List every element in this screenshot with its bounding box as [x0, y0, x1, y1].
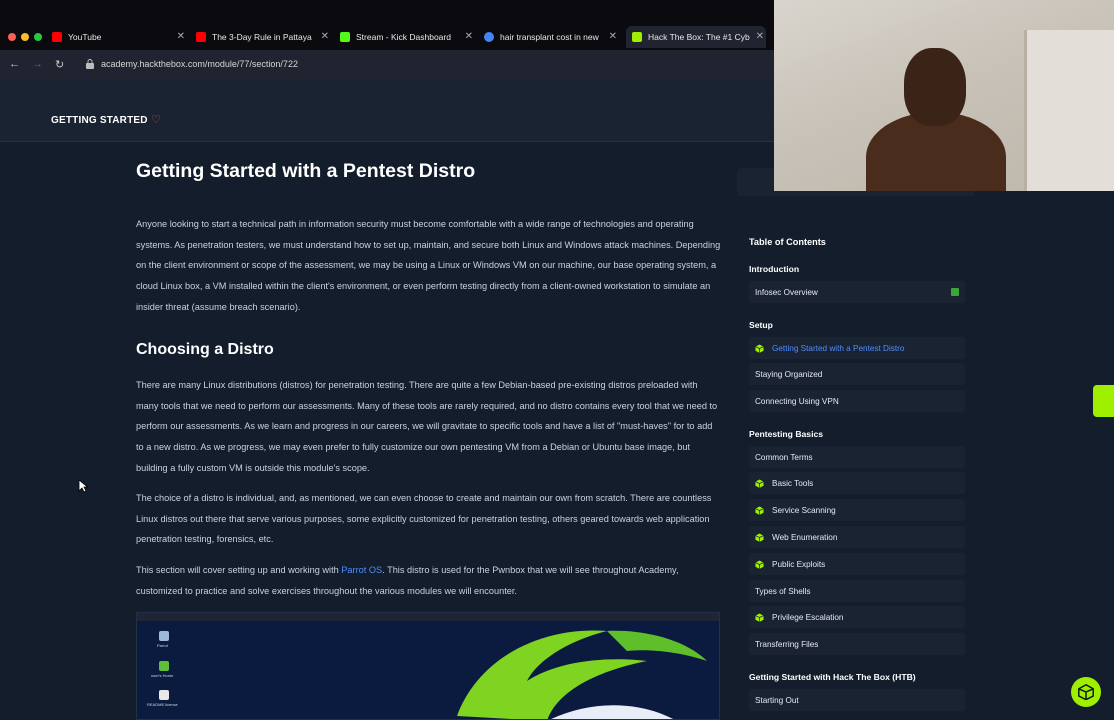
browser-tab-hackthebox[interactable]: Hack The Box: The #1 Cyb ✕	[626, 26, 766, 48]
site-info-icon[interactable]	[86, 59, 94, 69]
toc-item-service-scanning[interactable]: Service Scanning	[749, 499, 965, 521]
page-title: Getting Started with a Pentest Distro	[136, 160, 476, 182]
readme-file-icon	[159, 690, 169, 700]
cube-icon	[755, 343, 764, 353]
toc-item-getting-started-pentest-distro[interactable]: Getting Started with a Pentest Distro	[749, 337, 965, 359]
cube-icon	[755, 559, 764, 569]
toc-heading: Table of Contents	[749, 237, 826, 247]
cube-icon	[755, 478, 764, 488]
window-close-button[interactable]	[8, 33, 16, 41]
toc-item-connecting-vpn[interactable]: Connecting Using VPN	[749, 390, 965, 412]
toc-item-label: Public Exploits	[772, 559, 826, 569]
toc-item-label: Common Terms	[755, 452, 813, 462]
back-arrow-icon[interactable]: ←	[9, 58, 20, 70]
toc-item-starting-out[interactable]: Starting Out	[749, 689, 965, 711]
url-text: academy.hackthebox.com/module/77/section…	[101, 59, 298, 69]
close-tab-icon[interactable]: ✕	[756, 31, 764, 42]
cube-icon	[1078, 684, 1094, 700]
window-minimize-button[interactable]	[21, 33, 29, 41]
toc-item-label: Transferring Files	[755, 639, 819, 649]
paragraph-choice: The choice of a distro is individual, an…	[136, 493, 712, 545]
toc-item-common-terms[interactable]: Common Terms	[749, 446, 965, 468]
desktop-icon-label: Parrot	[157, 643, 168, 648]
paragraph-text: This section will cover setting up and w…	[136, 565, 342, 575]
kick-favicon-icon	[340, 32, 350, 42]
browser-tab-kick[interactable]: Stream - Kick Dashboard ✕	[340, 26, 475, 48]
hackthebox-favicon-icon	[632, 32, 642, 42]
toc-item-basic-tools[interactable]: Basic Tools	[749, 472, 965, 494]
completed-check-icon	[951, 288, 959, 296]
toc-item-privilege-escalation[interactable]: Privilege Escalation	[749, 606, 965, 628]
paragraph-distros: There are many Linux distributions (dist…	[136, 380, 718, 473]
side-panel-handle[interactable]	[1093, 385, 1114, 417]
youtube-favicon-icon	[52, 32, 62, 42]
parrot-os-link[interactable]: Parrot OS	[341, 565, 382, 575]
webcam-person-head	[904, 48, 966, 126]
tab-label: hair transplant cost in new	[500, 32, 599, 42]
parrot-logo-icon	[457, 630, 707, 719]
google-favicon-icon	[484, 32, 494, 42]
toc-item-label: Web Enumeration	[772, 532, 838, 542]
browser-tab-google[interactable]: hair transplant cost in new ✕	[484, 26, 619, 48]
tab-label: The 3-Day Rule in Pattaya	[212, 32, 312, 42]
section-heading: Choosing a Distro	[136, 341, 274, 358]
reload-icon[interactable]: ↻	[55, 58, 64, 71]
close-tab-icon[interactable]: ✕	[321, 31, 329, 42]
toc-item-infosec-overview[interactable]: Infosec Overview	[749, 281, 965, 303]
tab-label: YouTube	[68, 32, 102, 42]
home-folder-icon	[159, 661, 169, 671]
toc-group-getting-started-htb: Getting Started with Hack The Box (HTB)	[749, 672, 916, 682]
toc-item-types-of-shells[interactable]: Types of Shells	[749, 580, 965, 602]
toc-item-label: Getting Started with a Pentest Distro	[772, 343, 905, 353]
module-title: GETTING STARTED	[51, 115, 148, 126]
screenshot-top-panel	[137, 613, 719, 621]
toc-item-staying-organized[interactable]: Staying Organized	[749, 363, 965, 385]
toc-item-label: Staying Organized	[755, 369, 823, 379]
tab-label: Stream - Kick Dashboard	[356, 32, 451, 42]
desktop-icon-label: README.license	[147, 702, 178, 707]
desktop-icon-label: user's Home	[151, 673, 174, 678]
paragraph-parrot: This section will cover setting up and w…	[136, 560, 721, 601]
heart-icon[interactable]: ♡	[151, 113, 161, 126]
parrot-desktop-screenshot: Parrot user's Home README.license	[136, 612, 720, 720]
toc-item-public-exploits[interactable]: Public Exploits	[749, 553, 965, 575]
toc-item-label: Types of Shells	[755, 586, 811, 596]
toc-group-introduction: Introduction	[749, 264, 800, 274]
toc-item-label: Service Scanning	[772, 505, 836, 515]
toc-item-web-enumeration[interactable]: Web Enumeration	[749, 526, 965, 548]
toc-item-label: Connecting Using VPN	[755, 396, 839, 406]
floating-cube-button[interactable]	[1071, 677, 1101, 707]
webcam-overlay	[774, 0, 1114, 191]
cube-icon	[755, 532, 764, 542]
close-tab-icon[interactable]: ✕	[609, 31, 617, 42]
intro-paragraph: Anyone looking to start a technical path…	[136, 219, 721, 312]
toc-item-label: Starting Out	[755, 695, 799, 705]
toc-item-label: Privilege Escalation	[772, 612, 844, 622]
toc-item-label: Infosec Overview	[755, 287, 818, 297]
cube-icon	[755, 505, 764, 515]
parrot-folder-icon	[159, 631, 169, 641]
webcam-background-door	[1024, 30, 1114, 191]
close-tab-icon[interactable]: ✕	[177, 31, 185, 42]
browser-tab-youtube[interactable]: YouTube ✕	[52, 26, 187, 48]
youtube-favicon-icon	[196, 32, 206, 42]
toc-group-setup: Setup	[749, 320, 773, 330]
forward-arrow-icon[interactable]: →	[32, 58, 43, 70]
close-tab-icon[interactable]: ✕	[465, 31, 473, 42]
browser-tab-pattaya[interactable]: The 3-Day Rule in Pattaya ✕	[196, 26, 331, 48]
tab-label: Hack The Box: The #1 Cyb	[648, 32, 750, 42]
toc-item-label: Basic Tools	[772, 478, 814, 488]
mouse-cursor-icon	[78, 479, 88, 493]
cube-icon	[755, 612, 764, 622]
toc-item-transferring-files[interactable]: Transferring Files	[749, 633, 965, 655]
toc-group-pentesting-basics: Pentesting Basics	[749, 429, 824, 439]
window-maximize-button[interactable]	[34, 33, 42, 41]
address-bar[interactable]: academy.hackthebox.com/module/77/section…	[78, 55, 768, 75]
